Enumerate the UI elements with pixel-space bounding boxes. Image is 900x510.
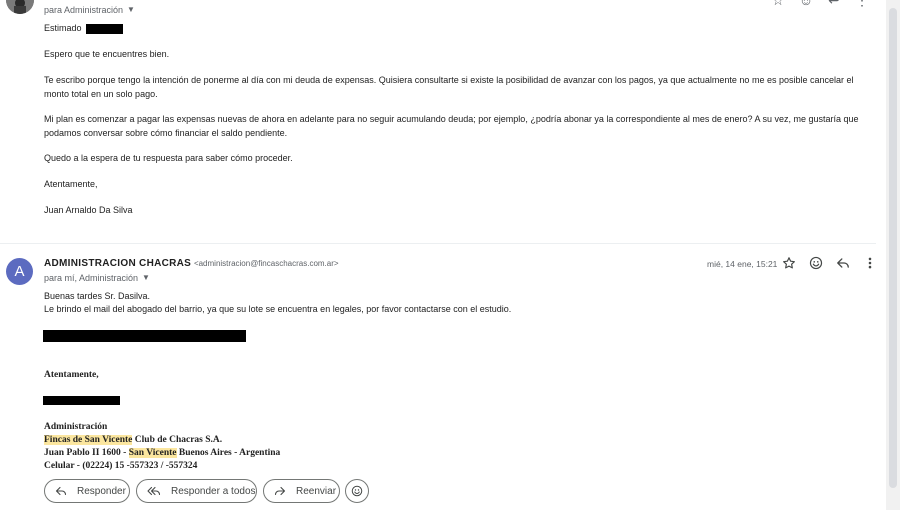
sender-line: ADMINISTRACION CHACRAS <administracion@f… <box>44 258 339 269</box>
sender-avatar[interactable]: A <box>6 258 33 285</box>
reply-all-icon <box>147 486 161 496</box>
reply-label: Responder <box>77 485 126 497</box>
signature-address: Juan Pablo II 1600 - San Vicente Buenos … <box>44 448 280 458</box>
reply-button[interactable]: Responder <box>44 479 130 503</box>
paragraph: Espero que te encuentres bien. <box>44 49 170 59</box>
more-vert-icon[interactable] <box>865 256 875 270</box>
reply-all-button[interactable]: Responder a todos <box>136 479 257 503</box>
sender-avatar[interactable] <box>6 0 34 14</box>
caret-down-icon: ▼ <box>127 5 135 14</box>
emoji-react-button[interactable] <box>345 479 369 503</box>
highlighted-text: San Vicente <box>128 448 177 458</box>
forward-button[interactable]: Reenviar <box>263 479 340 503</box>
greeting-line: Estimado <box>44 22 874 36</box>
recipients-label: para Administración <box>44 5 124 15</box>
sender-email: <administracion@fincaschacras.com.ar> <box>193 259 339 268</box>
highlighted-text: Fincas de San Vicente <box>44 435 133 445</box>
redacted-signature <box>43 396 120 405</box>
reply-icon[interactable] <box>836 256 850 270</box>
redacted-email <box>43 330 246 342</box>
reply-icon <box>55 486 67 496</box>
emoji-icon[interactable] <box>809 256 823 270</box>
recipients-toggle[interactable]: para mí, Administración ▼ <box>44 273 150 283</box>
message-actions-top: ☆ ☺ ↩ ⋮ <box>770 0 870 8</box>
paragraph: Mi plan es comenzar a pagar las expensas… <box>44 114 859 138</box>
closing: Atentamente, <box>44 179 98 189</box>
reply-all-label: Responder a todos <box>171 485 256 497</box>
signature-text: Club de Chacras S.A. <box>132 435 223 445</box>
signature-company: Fincas de San Vicente Club de Chacras S.… <box>44 435 222 445</box>
paragraph: Quedo a la espera de tu respuesta para s… <box>44 153 293 163</box>
forward-label: Reenviar <box>296 485 337 497</box>
star-icon[interactable]: ☆ <box>770 0 786 8</box>
emoji-icon[interactable]: ☺ <box>798 0 814 8</box>
forward-icon <box>274 486 286 496</box>
signature-title: Administración <box>44 422 108 432</box>
body-line: Le brindo el mail del abogado del barrio… <box>44 304 512 314</box>
paragraph: Te escribo porque tengo la intención de … <box>44 75 854 99</box>
message-date: mié, 14 ene, 15:21 <box>707 259 778 269</box>
signature-text: Buenos Aires - Argentina <box>176 448 281 458</box>
caret-down-icon: ▼ <box>142 273 150 282</box>
reply-action-bar: Responder Responder a todos Reenviar <box>0 472 886 510</box>
more-vert-icon[interactable]: ⋮ <box>854 0 870 8</box>
signature-name: Juan Arnaldo Da Silva <box>44 205 133 215</box>
signature-text: Juan Pablo II 1600 - <box>44 448 129 458</box>
recipients-label: para mí, Administración <box>44 273 139 283</box>
scrollbar[interactable] <box>886 0 900 510</box>
message-divider <box>0 243 876 244</box>
reply-icon[interactable]: ↩ <box>826 0 842 8</box>
recipients-toggle[interactable]: para Administración ▼ <box>44 5 135 15</box>
greeting: Estimado <box>44 23 82 33</box>
signature-phone: Celular - (02224) 15 -557323 / -557324 <box>44 461 198 471</box>
star-icon[interactable] <box>782 256 796 270</box>
sender-name[interactable]: ADMINISTRACION CHACRAS <box>44 258 191 269</box>
body-line: Buenas tardes Sr. Dasilva. <box>44 291 151 301</box>
scrollbar-thumb[interactable] <box>889 8 897 488</box>
redacted-name <box>86 23 124 34</box>
emoji-icon <box>351 485 363 497</box>
closing: Atentamente, <box>44 370 99 380</box>
